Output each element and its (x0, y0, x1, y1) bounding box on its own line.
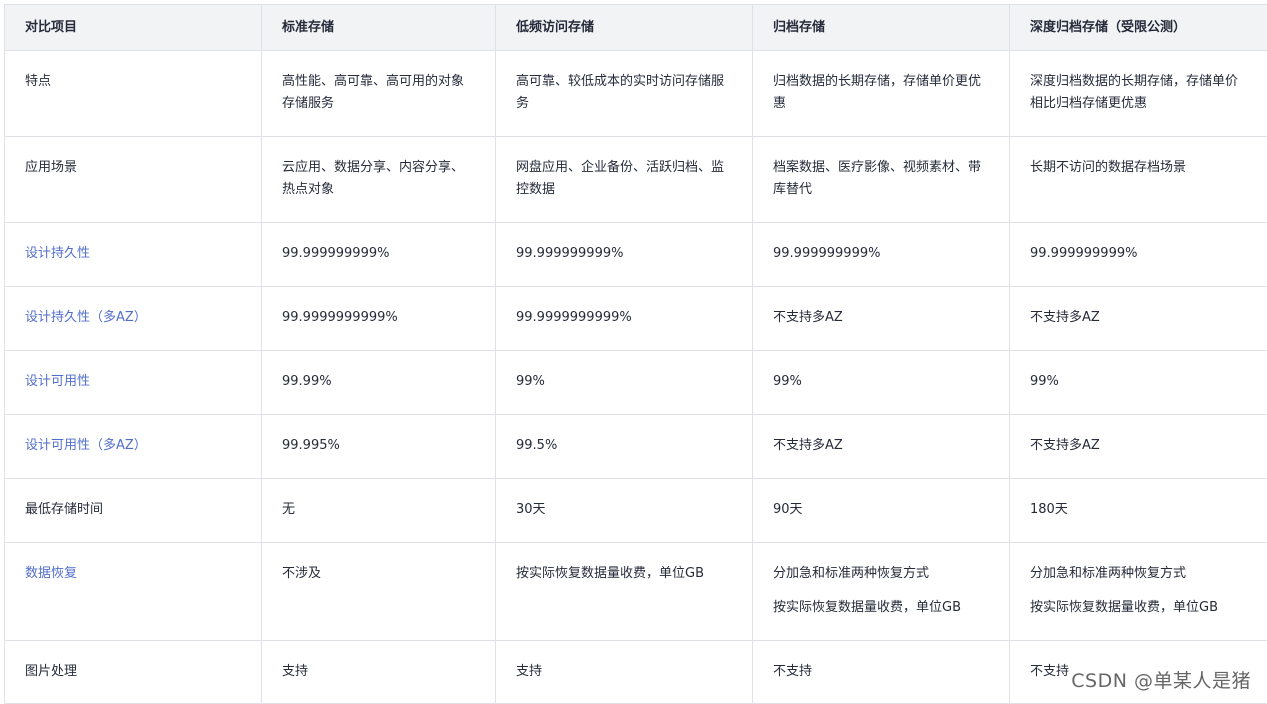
table-cell: 不支持多AZ (1010, 415, 1267, 479)
table-row: 特点高性能、高可靠、高可用的对象存储服务高可靠、较低成本的实时访问存储服务归档数… (5, 51, 1267, 137)
table-cell: 180天 (1010, 479, 1267, 543)
cell-text: 分加急和标准两种恢复方式 (1030, 563, 1247, 585)
row-label: 最低存储时间 (5, 479, 262, 543)
cell-text: 99.9999999999% (516, 307, 732, 329)
storage-class-comparison-table: 对比项目 标准存储 低频访问存储 归档存储 深度归档存储（受限公测） 特点高性能… (4, 4, 1267, 704)
table-cell: 99.9999999999% (496, 287, 753, 351)
table-row: 设计持久性（多AZ） 99.9999999999% 99.9999999999% 不支… (5, 287, 1267, 351)
table-cell: 99.9999999999% (262, 287, 496, 351)
cell-text: 99% (516, 371, 732, 393)
header-archive-storage: 归档存储 (753, 5, 1010, 51)
row-label: 应用场景 (5, 137, 262, 223)
table-row: 设计持久性 99.999999999% 99.999999999% 99.999999… (5, 223, 1267, 287)
row-label-link[interactable]: 设计可用性 (5, 351, 262, 415)
table-cell: 99.999999999% (1010, 223, 1267, 287)
table-cell: 99% (496, 351, 753, 415)
header-compare-item: 对比项目 (5, 5, 262, 51)
cell-text: 深度归档数据的长期存储，存储单价相比归档存储更优惠 (1030, 71, 1247, 115)
cell-text: 归档数据的长期存储，存储单价更优惠 (773, 71, 989, 115)
cell-text: 无 (282, 499, 475, 521)
table-cell: 99.999999999% (496, 223, 753, 287)
table-cell: 支持 (262, 641, 496, 704)
cell-text: 99.5% (516, 435, 732, 457)
table-row: 数据恢复不涉及按实际恢复数据量收费，单位GB分加急和标准两种恢复方式按实际恢复数… (5, 543, 1267, 641)
cell-text: 99.999999999% (773, 243, 989, 265)
cell-text: 分加急和标准两种恢复方式 (773, 563, 989, 585)
table-cell: 档案数据、医疗影像、视频素材、带库替代 (753, 137, 1010, 223)
cell-text: 99.99% (282, 371, 475, 393)
table-cell: 高可靠、较低成本的实时访问存储服务 (496, 51, 753, 137)
cell-text: 不支持多AZ (1030, 307, 1247, 329)
table-cell: 99.5% (496, 415, 753, 479)
cell-text: 180天 (1030, 499, 1247, 521)
table-cell: 99.99% (262, 351, 496, 415)
cell-text: 按实际恢复数据量收费，单位GB (773, 597, 989, 619)
cell-text: 不支持多AZ (773, 307, 989, 329)
table-cell: 99.999999999% (262, 223, 496, 287)
table-row: 设计可用性（多AZ） 99.995% 99.5% 不支持多AZ 不支持多AZ (5, 415, 1267, 479)
table-cell: 长期不访问的数据存档场景 (1010, 137, 1267, 223)
csdn-watermark: CSDN @单某人是猪 (1071, 666, 1251, 693)
table-cell: 云应用、数据分享、内容分享、热点对象 (262, 137, 496, 223)
table-row: 设计可用性 99.99% 99% 99% 99% (5, 351, 1267, 415)
row-label-link[interactable]: 数据恢复 (5, 543, 262, 641)
cell-text: 不支持多AZ (773, 435, 989, 457)
cell-text: 90天 (773, 499, 989, 521)
table-cell: 不涉及 (262, 543, 496, 641)
cell-text: 99.9999999999% (282, 307, 475, 329)
cell-text: 按实际恢复数据量收费，单位GB (516, 563, 732, 585)
table-cell: 不支持多AZ (753, 287, 1010, 351)
header-standard-storage: 标准存储 (262, 5, 496, 51)
cell-text: 99.999999999% (516, 243, 732, 265)
table-cell: 不支持 (753, 641, 1010, 704)
cell-text: 云应用、数据分享、内容分享、热点对象 (282, 157, 475, 201)
cell-text: 长期不访问的数据存档场景 (1030, 157, 1247, 179)
row-label: 特点 (5, 51, 262, 137)
cell-text: 30天 (516, 499, 732, 521)
cell-text: 支持 (516, 661, 732, 683)
row-label-link[interactable]: 设计持久性 (5, 223, 262, 287)
cell-text: 99.995% (282, 435, 475, 457)
cell-text: 档案数据、医疗影像、视频素材、带库替代 (773, 157, 989, 201)
row-label-link[interactable]: 设计可用性（多AZ） (5, 415, 262, 479)
cell-text: 按实际恢复数据量收费，单位GB (1030, 597, 1247, 619)
table-cell: 99.999999999% (753, 223, 1010, 287)
table-body: 特点高性能、高可靠、高可用的对象存储服务高可靠、较低成本的实时访问存储服务归档数… (5, 51, 1267, 704)
table-row: 最低存储时间无 30天 90天 180天 (5, 479, 1267, 543)
table-cell: 30天 (496, 479, 753, 543)
header-deep-archive-storage: 深度归档存储（受限公测） (1010, 5, 1267, 51)
cell-text: 高性能、高可靠、高可用的对象存储服务 (282, 71, 475, 115)
table-cell: 90天 (753, 479, 1010, 543)
cell-text: 99% (1030, 371, 1247, 393)
cell-text: 不支持多AZ (1030, 435, 1247, 457)
table-cell: 99% (753, 351, 1010, 415)
cell-text: 99.999999999% (282, 243, 475, 265)
table-cell: 网盘应用、企业备份、活跃归档、监控数据 (496, 137, 753, 223)
cell-text: 不涉及 (282, 563, 475, 585)
cell-text: 支持 (282, 661, 475, 683)
header-infrequent-access-storage: 低频访问存储 (496, 5, 753, 51)
table-cell: 99% (1010, 351, 1267, 415)
cell-text: 高可靠、较低成本的实时访问存储服务 (516, 71, 732, 115)
table-header-row: 对比项目 标准存储 低频访问存储 归档存储 深度归档存储（受限公测） (5, 5, 1267, 51)
table-cell: 分加急和标准两种恢复方式按实际恢复数据量收费，单位GB (1010, 543, 1267, 641)
row-label: 图片处理 (5, 641, 262, 704)
cell-text: 网盘应用、企业备份、活跃归档、监控数据 (516, 157, 732, 201)
table-cell: 高性能、高可靠、高可用的对象存储服务 (262, 51, 496, 137)
table-cell: 深度归档数据的长期存储，存储单价相比归档存储更优惠 (1010, 51, 1267, 137)
cell-text: 不支持 (773, 661, 989, 683)
cell-text: 99.999999999% (1030, 243, 1247, 265)
table-cell: 归档数据的长期存储，存储单价更优惠 (753, 51, 1010, 137)
table-cell: 按实际恢复数据量收费，单位GB (496, 543, 753, 641)
table-cell: 支持 (496, 641, 753, 704)
table-cell: 99.995% (262, 415, 496, 479)
row-label-link[interactable]: 设计持久性（多AZ） (5, 287, 262, 351)
table-row: 应用场景云应用、数据分享、内容分享、热点对象网盘应用、企业备份、活跃归档、监控数… (5, 137, 1267, 223)
cell-text: 99% (773, 371, 989, 393)
table-cell: 无 (262, 479, 496, 543)
comparison-table-container: 对比项目 标准存储 低频访问存储 归档存储 深度归档存储（受限公测） 特点高性能… (4, 4, 1267, 704)
table-cell: 不支持多AZ (753, 415, 1010, 479)
table-cell: 分加急和标准两种恢复方式按实际恢复数据量收费，单位GB (753, 543, 1010, 641)
table-cell: 不支持多AZ (1010, 287, 1267, 351)
